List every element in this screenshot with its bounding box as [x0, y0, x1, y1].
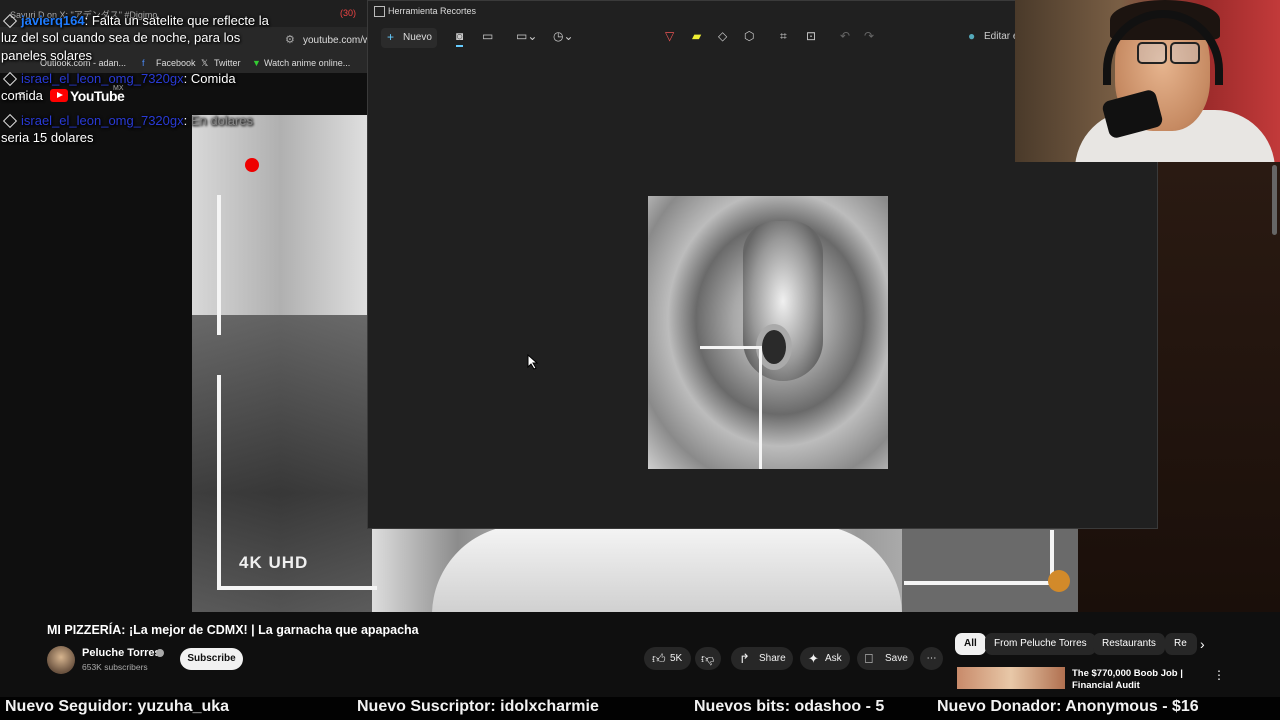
shield-icon: ▼ — [252, 58, 261, 68]
bookmark-icon: ⎕ — [865, 651, 873, 666]
save-button[interactable]: ⎕ Save — [857, 647, 914, 670]
eraser-icon[interactable]: ◇ — [718, 29, 727, 43]
channel-name[interactable]: Peluche Torres — [82, 647, 161, 659]
rectangle-mode-icon[interactable]: ▭⌄ — [516, 29, 537, 43]
bookmark-facebook[interactable]: Facebook — [156, 58, 196, 68]
ask-button[interactable]: ✦ Ask — [800, 647, 850, 670]
url-text[interactable]: youtube.com/w — [303, 35, 370, 46]
chip-recently[interactable]: Re — [1165, 633, 1197, 655]
frame-line — [759, 346, 762, 469]
shapes-icon[interactable]: ⬡ — [744, 29, 754, 43]
crop-icon[interactable]: ⌗ — [780, 29, 787, 44]
dislike-button[interactable]: 👎︎ — [695, 647, 721, 670]
chat-line: seria 15 dolares — [1, 130, 94, 145]
recommended-thumbnail[interactable] — [957, 667, 1065, 689]
x-icon: 𝕏 — [201, 58, 209, 68]
video-title: MI PIZZERÍA: ¡La mejor de CDMX! | La gar… — [47, 623, 419, 637]
camera-icon[interactable]: ◙ — [456, 29, 464, 47]
recommended-title[interactable]: The $770,000 Boob Job | Financial Audit — [1072, 668, 1202, 692]
facebook-icon: f — [142, 58, 145, 68]
tab-youtube-30[interactable]: (30) — [340, 8, 356, 18]
subscribe-button[interactable]: Subscribe — [180, 648, 243, 670]
highlighter-icon[interactable]: ▰ — [692, 29, 701, 43]
webcam-overlay — [1015, 0, 1280, 162]
bookmark-anime[interactable]: Watch anime online... — [264, 58, 350, 68]
subscriber-count: 653K subscribers — [82, 662, 148, 672]
frame-line — [217, 195, 221, 335]
chat-line: luz del sol cuando sea de noche, para lo… — [1, 30, 241, 45]
more-vert-icon[interactable]: ⋮ — [1213, 668, 1225, 682]
window-title: Herramienta Recortes — [388, 6, 477, 16]
like-button[interactable]: 👍︎ 5K — [644, 647, 691, 670]
captured-image — [648, 196, 888, 469]
frame-line — [217, 586, 377, 590]
new-snip-button[interactable]: + Nuevo — [381, 28, 437, 48]
chat-line: paneles solares — [1, 48, 93, 63]
scrollbar[interactable] — [1272, 165, 1277, 235]
verified-icon — [156, 649, 164, 657]
text-actions-icon[interactable]: ⊡ — [806, 29, 816, 43]
sparkle-icon: ✦ — [808, 651, 819, 666]
chip-from-channel[interactable]: From Peluche Torres — [985, 633, 1096, 655]
video-chef-figure — [432, 525, 902, 612]
site-info-icon[interactable]: ⚙ — [285, 33, 295, 46]
chat-line: comida — [1, 88, 43, 103]
redo-icon[interactable]: ↷ — [864, 29, 874, 43]
timer-icon[interactable]: ◷⌄ — [553, 29, 574, 43]
ticker-donation: Nuevo Donador: Anonymous - $16 — [937, 698, 1199, 715]
glasses-right — [1170, 42, 1200, 64]
record-dot-icon — [245, 158, 259, 172]
chat-line: israel_el_leon_omg_7320gx: Comida — [21, 71, 236, 86]
mouse-cursor-icon — [527, 354, 539, 370]
avatar[interactable] — [47, 646, 75, 674]
pen-icon[interactable]: ▽ — [665, 29, 674, 43]
stream-alert-ticker: Nuevo Seguidor: yuzuha_uka Nuevo Suscrip… — [0, 697, 1280, 720]
burger-icon[interactable] — [1048, 570, 1070, 592]
uhd-badge: 4K UHD — [239, 553, 309, 572]
chevron-right-icon[interactable]: › — [1200, 636, 1205, 652]
snipping-tool-icon — [374, 6, 385, 17]
chip-restaurants[interactable]: Restaurants — [1093, 633, 1165, 655]
paint-icon[interactable]: ● — [968, 29, 975, 43]
share-button[interactable]: ↱ Share — [731, 647, 793, 670]
frame-line — [904, 581, 1054, 585]
more-actions-icon[interactable]: ⋯ — [920, 647, 943, 670]
thumbs-up-icon: 👍︎ — [652, 651, 666, 666]
undo-icon[interactable]: ↶ — [840, 29, 850, 43]
frame-line — [217, 375, 221, 590]
youtube-logo-icon[interactable] — [50, 89, 68, 102]
frame-line — [700, 346, 762, 349]
chat-badge-icon — [2, 113, 18, 129]
glasses-left — [1137, 42, 1167, 64]
plus-icon: + — [387, 30, 395, 44]
ticker-bits: Nuevos bits: odashoo - 5 — [694, 698, 885, 715]
video-camera-icon[interactable]: ▭ — [482, 29, 493, 43]
ticker-subscriber: Nuevo Suscriptor: idolxcharmie — [357, 698, 599, 715]
chip-all[interactable]: All — [955, 633, 986, 655]
edit-in-paint-button[interactable]: Editar e — [984, 31, 1018, 42]
thumbs-down-icon: 👎︎ — [701, 651, 715, 666]
chat-line: israel_el_leon_omg_7320gx: En dolares — [21, 113, 254, 128]
chat-line: javierq164: Falta un satelite que reflec… — [21, 13, 269, 28]
bookmark-twitter[interactable]: Twitter — [214, 58, 241, 68]
share-icon: ↱ — [739, 651, 750, 666]
ticker-follower: Nuevo Seguidor: yuzuha_uka — [5, 698, 230, 715]
